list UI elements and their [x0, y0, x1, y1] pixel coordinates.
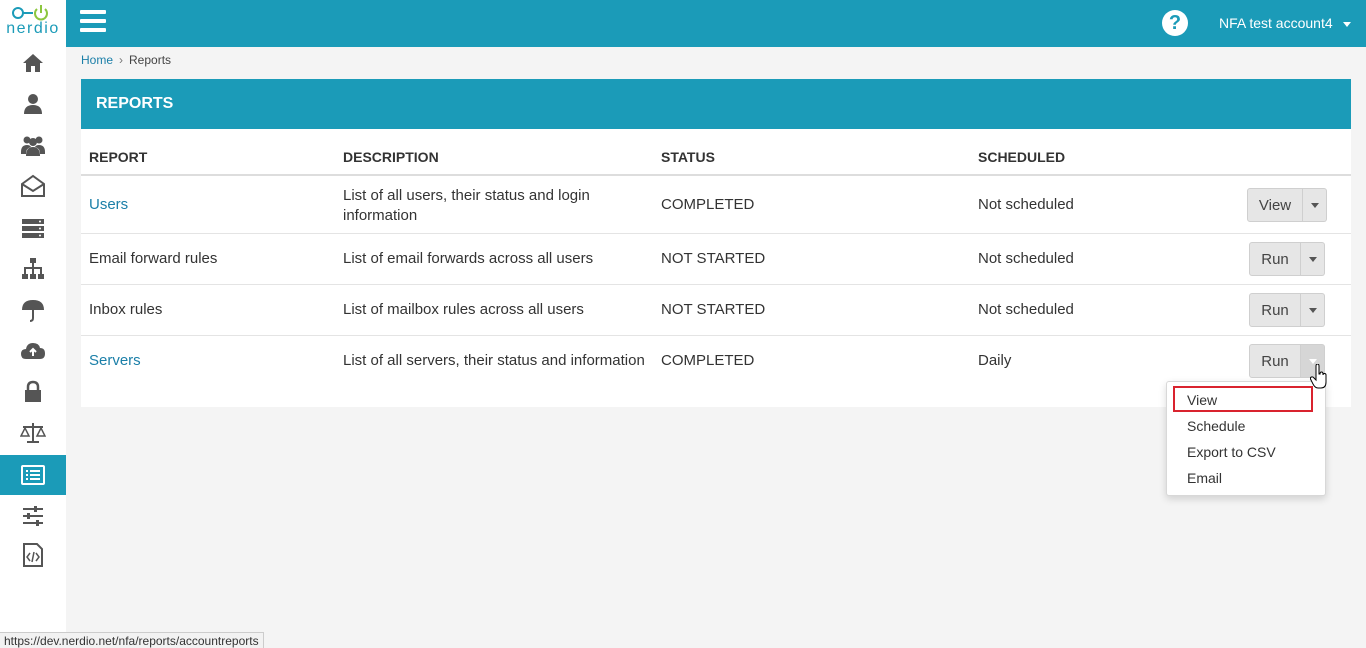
chevron-down-icon: [1342, 21, 1351, 27]
chevron-down-icon: [1308, 307, 1317, 313]
status-bar-url: https://dev.nerdio.net/nfa/reports/accou…: [0, 632, 264, 648]
home-icon: [23, 54, 43, 72]
report-name-link[interactable]: Users: [89, 196, 128, 213]
sidebar-item-mail[interactable]: [0, 166, 66, 206]
view-button[interactable]: View: [1247, 188, 1303, 222]
action-button-group: View: [1247, 188, 1327, 222]
report-name-link[interactable]: Servers: [89, 352, 141, 369]
reports-icon: [21, 465, 45, 485]
breadcrumb-separator: ›: [119, 53, 124, 67]
sidebar-item-home[interactable]: [0, 43, 66, 83]
report-schedule: Not scheduled: [978, 250, 1074, 267]
lock-icon: [25, 380, 41, 402]
report-status: NOT STARTED: [661, 301, 766, 318]
panel-header: REPORTS: [81, 79, 1351, 129]
menu-item-view[interactable]: View: [1187, 392, 1217, 408]
page-title: REPORTS: [96, 95, 174, 112]
top-bar: ? NFA test account4: [66, 0, 1366, 47]
scale-icon: [20, 423, 46, 443]
run-button[interactable]: Run: [1249, 344, 1301, 378]
sidebar: nerdio: [0, 0, 66, 648]
report-schedule: Not scheduled: [978, 196, 1074, 213]
menu-item-schedule[interactable]: Schedule: [1187, 418, 1245, 434]
table-header: REPORT DESCRIPTION STATUS SCHEDULED: [81, 129, 1351, 176]
report-description: List of all users, their status and logi…: [343, 187, 590, 224]
menu-item-email[interactable]: Email: [1187, 470, 1222, 486]
report-description: List of email forwards across all users: [343, 250, 594, 267]
sidebar-item-servers[interactable]: [0, 208, 66, 248]
hamburger-line: [80, 28, 106, 32]
chevron-down-icon: [1310, 202, 1319, 208]
sidebar-item-settings[interactable]: [0, 496, 66, 536]
sidebar-item-compliance[interactable]: [0, 413, 66, 453]
sidebar-item-security[interactable]: [0, 372, 66, 412]
breadcrumb-current: Reports: [129, 53, 172, 67]
code-file-icon: [23, 543, 43, 567]
action-dropdown-menu: View Schedule Export to CSV Email: [1166, 381, 1326, 496]
logo-text: nerdio: [6, 20, 60, 37]
account-name: NFA test account4: [1219, 15, 1333, 31]
column-header-report: REPORT: [89, 149, 148, 165]
breadcrumb-home-link[interactable]: Home: [81, 53, 113, 67]
network-icon: [22, 258, 44, 279]
user-icon: [24, 94, 42, 114]
menu-toggle-button[interactable]: [80, 10, 106, 34]
umbrella-icon: [22, 300, 44, 322]
mail-icon: [21, 174, 45, 197]
sidebar-item-scripts[interactable]: [0, 535, 66, 575]
hand-cursor-icon: [1310, 364, 1327, 389]
report-status: NOT STARTED: [661, 250, 766, 267]
report-status: COMPLETED: [661, 352, 755, 369]
sidebar-item-reports[interactable]: [0, 455, 66, 495]
cloud-upload-icon: [21, 343, 45, 359]
server-icon: [22, 219, 44, 238]
menu-item-export-csv[interactable]: Export to CSV: [1187, 444, 1276, 460]
sidebar-item-cloud[interactable]: [0, 331, 66, 371]
reports-panel: REPORTS REPORT DESCRIPTION STATUS SCHEDU…: [81, 79, 1351, 407]
sidebar-item-groups[interactable]: [0, 125, 66, 165]
breadcrumb: Home › Reports: [81, 53, 171, 67]
table-row: Users List of all users, their status an…: [81, 177, 1351, 234]
sidebar-item-users[interactable]: [0, 84, 66, 124]
action-dropdown-toggle[interactable]: [1303, 188, 1327, 222]
group-icon: [21, 136, 45, 156]
action-button-group: Run: [1249, 293, 1325, 327]
action-dropdown-toggle[interactable]: [1301, 242, 1325, 276]
table-row: Email forward rules List of email forwar…: [81, 234, 1351, 285]
chevron-down-icon: [1308, 256, 1317, 262]
run-button[interactable]: Run: [1249, 242, 1301, 276]
table-row: Servers List of all servers, their statu…: [81, 336, 1351, 387]
sidebar-item-network[interactable]: [0, 249, 66, 289]
column-header-scheduled: SCHEDULED: [978, 149, 1066, 165]
report-description: List of mailbox rules across all users: [343, 301, 584, 318]
sidebar-item-backup[interactable]: [0, 290, 66, 330]
nerdio-logo[interactable]: nerdio: [0, 0, 66, 47]
report-schedule: Daily: [978, 352, 1012, 369]
table-row: Inbox rules List of mailbox rules across…: [81, 285, 1351, 336]
report-description: List of all servers, their status and in…: [343, 352, 645, 369]
run-button[interactable]: Run: [1249, 293, 1301, 327]
action-button-group: Run: [1249, 242, 1325, 276]
column-header-description: DESCRIPTION: [343, 149, 439, 165]
power-icon: [12, 5, 48, 21]
column-header-status: STATUS: [661, 149, 715, 165]
report-schedule: Not scheduled: [978, 301, 1074, 318]
help-icon[interactable]: ?: [1162, 10, 1188, 36]
action-dropdown-toggle[interactable]: [1301, 293, 1325, 327]
hamburger-line: [80, 10, 106, 14]
chevron-down-icon: [1308, 358, 1317, 364]
report-name: Inbox rules: [89, 301, 163, 318]
account-menu[interactable]: NFA test account4: [1219, 15, 1351, 31]
hamburger-line: [80, 19, 106, 23]
sliders-icon: [23, 506, 43, 526]
report-status: COMPLETED: [661, 196, 755, 213]
report-name: Email forward rules: [89, 250, 218, 267]
